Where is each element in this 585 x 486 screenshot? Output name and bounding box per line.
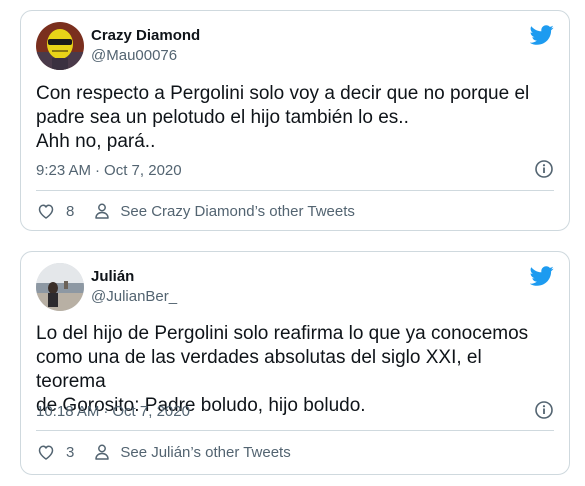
heart-icon — [38, 204, 54, 219]
person-icon — [95, 444, 110, 460]
user-names: Crazy Diamond @Mau00076 — [91, 26, 200, 66]
heart-icon — [38, 445, 54, 460]
user-handle[interactable]: @Mau00076 — [91, 46, 200, 66]
tweet-card[interactable]: Crazy Diamond @Mau00076 Con respecto a P… — [20, 10, 570, 231]
tweet-timestamp[interactable]: 10:18 AM · Oct 7, 2020 — [36, 401, 554, 421]
separator: · — [103, 402, 109, 420]
see-other-tweets-link[interactable]: See Crazy Diamond’s other Tweets — [92, 201, 355, 221]
see-other-tweets-label[interactable]: See Crazy Diamond’s other Tweets — [120, 203, 355, 220]
like-count: 3 — [66, 443, 75, 461]
user-handle[interactable]: @JulianBer_ — [91, 287, 177, 307]
tweet-time[interactable]: 10:18 AM — [36, 403, 99, 420]
tweet-date[interactable]: Oct 7, 2020 — [104, 162, 182, 179]
like-button[interactable]: 3 — [36, 442, 74, 462]
tweet-actions: 3 See Julián’s other Tweets — [36, 442, 291, 462]
tweet-header: Julián @JulianBer_ — [36, 262, 177, 312]
like-count: 8 — [66, 202, 75, 220]
display-name[interactable]: Crazy Diamond — [91, 26, 200, 46]
user-names: Julián @JulianBer_ — [91, 267, 177, 307]
see-other-tweets-label[interactable]: See Julián’s other Tweets — [120, 444, 290, 461]
twitter-bird-icon[interactable] — [530, 264, 554, 288]
tweet-card[interactable]: Julián @JulianBer_ Lo del hijo de Pergol… — [20, 251, 570, 475]
divider — [36, 430, 554, 431]
avatar[interactable] — [36, 22, 84, 70]
see-other-tweets-link[interactable]: See Julián’s other Tweets — [92, 442, 291, 462]
tweet-timestamp[interactable]: 9:23 AM · Oct 7, 2020 — [36, 160, 554, 180]
tweet-actions: 8 See Crazy Diamond’s other Tweets — [36, 201, 355, 221]
info-icon[interactable] — [534, 400, 554, 420]
info-icon[interactable] — [534, 159, 554, 179]
tweet-time[interactable]: 9:23 AM — [36, 162, 91, 179]
display-name[interactable]: Julián — [91, 267, 177, 287]
tweet-text: Con respecto a Pergolini solo voy a deci… — [36, 83, 530, 152]
tweet-header: Crazy Diamond @Mau00076 — [36, 21, 200, 71]
like-button[interactable]: 8 — [36, 201, 74, 221]
tweet-date[interactable]: Oct 7, 2020 — [112, 403, 190, 420]
person-icon — [95, 203, 110, 219]
avatar[interactable] — [36, 263, 84, 311]
separator: · — [95, 161, 101, 179]
twitter-bird-icon[interactable] — [530, 23, 554, 47]
divider — [36, 190, 554, 191]
